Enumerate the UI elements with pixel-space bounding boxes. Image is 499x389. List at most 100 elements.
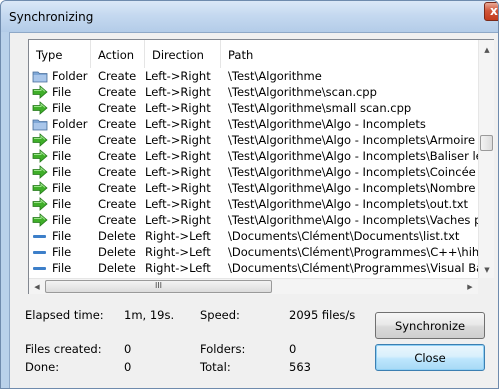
list-item[interactable]: File Delete Right->Left \Documents\Clément\… [29, 244, 478, 260]
cell-path: \Test\Algorithme\Algo - Incomplets\Vache… [228, 213, 478, 227]
cell-action: Create [98, 181, 137, 195]
cell-action: Create [98, 197, 137, 211]
cell-action: Create [98, 85, 137, 99]
cell-type: File [52, 133, 72, 147]
scroll-right-icon[interactable]: ▶ [462, 279, 478, 295]
elapsed-time-value: 1m, 19s. [124, 308, 175, 322]
cell-action: Create [98, 101, 137, 115]
cell-type: File [52, 165, 72, 179]
list-item[interactable]: File Create Left->Right \Test\Algorithme\sc… [29, 84, 478, 100]
cell-direction: Left->Right [145, 69, 211, 83]
cell-direction: Left->Right [145, 101, 211, 115]
cell-path: \Test\Algorithme [228, 69, 322, 83]
window-close-button[interactable]: x [484, 2, 498, 21]
title-bar[interactable]: Synchronizing x [1, 1, 498, 32]
green-arrow-icon [32, 212, 48, 228]
cell-direction: Right->Left [145, 229, 211, 243]
green-arrow-icon [32, 164, 48, 180]
cell-action: Delete [98, 245, 136, 259]
delete-dash-icon [32, 260, 48, 275]
cell-type: File [52, 261, 72, 275]
close-button[interactable]: Close [375, 344, 485, 371]
cell-path: \Test\Algorithme\Algo - Incomplets\Nombr… [228, 181, 478, 195]
cell-action: Create [98, 133, 137, 147]
sync-operations-list[interactable]: Type Action Direction Path Folder Create L… [28, 39, 494, 294]
cell-action: Create [98, 149, 137, 163]
cell-direction: Left->Right [145, 133, 211, 147]
speed-value: 2095 files/s [289, 308, 356, 322]
column-header-action[interactable]: Action [91, 40, 145, 68]
list-item[interactable]: File Create Left->Right \Test\Algorithme\Al… [29, 132, 478, 148]
elapsed-time-label: Elapsed time: [25, 308, 104, 322]
list-item[interactable]: File Delete Right->Left \Documents\Clément\… [29, 228, 478, 244]
cell-action: Delete [98, 229, 136, 243]
list-item[interactable]: Folder Create Left->Right \Test\Algorithme\… [29, 116, 478, 132]
list-item[interactable]: File Create Left->Right \Test\Algorithme\sm… [29, 100, 478, 116]
list-item[interactable]: Folder Create Left->Right \Test\Algorithme [29, 68, 478, 84]
cell-path: \Documents\Clément\Programmes\C++\hih.e [228, 245, 478, 259]
scrollbar-corner [478, 278, 494, 294]
horizontal-scrollbar[interactable]: ◀ III ▶ [29, 278, 478, 294]
cell-type: Folder [52, 117, 88, 131]
scroll-left-icon[interactable]: ◀ [29, 279, 45, 295]
cell-direction: Left->Right [145, 117, 211, 131]
vertical-scrollbar[interactable]: ▲ ▼ [478, 40, 494, 278]
list-item[interactable]: File Create Left->Right \Test\Algorithme\Al… [29, 164, 478, 180]
cell-path: \Test\Algorithme\scan.cpp [228, 85, 377, 99]
cell-action: Create [98, 165, 137, 179]
cell-path: \Test\Algorithme\Algo - Incomplets\out.t… [228, 197, 469, 211]
done-value: 0 [124, 360, 132, 374]
dialog-client-area: Type Action Direction Path Folder Create L… [9, 32, 498, 388]
scroll-down-icon[interactable]: ▼ [479, 262, 495, 278]
green-arrow-icon [32, 84, 48, 100]
list-header: Type Action Direction Path [29, 40, 478, 68]
cell-direction: Left->Right [145, 85, 211, 99]
cell-action: Create [98, 117, 137, 131]
delete-dash-icon [32, 244, 48, 260]
synchronizing-dialog: Synchronizing x Type Action Direction Pa… [0, 0, 499, 389]
list-item[interactable]: File Create Left->Right \Test\Algorithme\Al… [29, 196, 478, 212]
cell-direction: Left->Right [145, 165, 211, 179]
green-arrow-icon [32, 132, 48, 148]
column-header-type[interactable]: Type [29, 40, 91, 68]
cell-direction: Right->Left [145, 261, 211, 275]
files-created-value: 0 [124, 342, 132, 356]
cell-type: File [52, 197, 72, 211]
list-item[interactable]: File Create Left->Right \Test\Algorithme\Al… [29, 180, 478, 196]
cell-direction: Left->Right [145, 181, 211, 195]
list-item[interactable]: File Create Left->Right \Test\Algorithme\Al… [29, 212, 478, 228]
green-arrow-icon [32, 180, 48, 196]
cell-action: Create [98, 69, 137, 83]
cell-type: Folder [52, 69, 88, 83]
cell-action: Delete [98, 261, 136, 275]
done-label: Done: [25, 360, 60, 374]
horizontal-scroll-thumb[interactable]: III [45, 280, 272, 293]
total-label: Total: [200, 360, 231, 374]
window-title: Synchronizing [9, 10, 94, 24]
cell-type: File [52, 229, 72, 243]
green-arrow-icon [32, 148, 48, 164]
cell-direction: Left->Right [145, 149, 211, 163]
green-arrow-icon [32, 196, 48, 212]
cell-path: \Documents\Clément\Programmes\Visual Bas [228, 261, 478, 275]
cell-path: \Test\Algorithme\Algo - Incomplets\Coinc… [228, 165, 478, 179]
synchronize-button[interactable]: Synchronize [375, 312, 485, 339]
green-arrow-icon [32, 100, 48, 116]
cell-type: File [52, 85, 72, 99]
list-item[interactable]: File Create Left->Right \Test\Algorithme\Al… [29, 148, 478, 164]
cell-type: File [52, 101, 72, 115]
vertical-scroll-thumb[interactable] [480, 135, 493, 151]
column-header-direction[interactable]: Direction [145, 40, 221, 68]
cell-direction: Left->Right [145, 197, 211, 211]
cell-type: File [52, 213, 72, 227]
cell-direction: Left->Right [145, 213, 211, 227]
delete-dash-icon [32, 228, 48, 244]
folders-value: 0 [289, 342, 297, 356]
scroll-up-icon[interactable]: ▲ [479, 42, 495, 58]
cell-path: \Test\Algorithme\small scan.cpp [228, 101, 412, 115]
cell-path: \Documents\Clément\Documents\list.txt [228, 229, 460, 243]
list-item[interactable]: File Delete Right->Left \Documents\Clément\… [29, 260, 478, 275]
cell-path: \Test\Algorithme\Algo - Incomplets [228, 117, 426, 131]
column-header-path[interactable]: Path [221, 40, 478, 68]
cell-path: \Test\Algorithme\Algo - Incomplets\Armoi… [228, 133, 478, 147]
